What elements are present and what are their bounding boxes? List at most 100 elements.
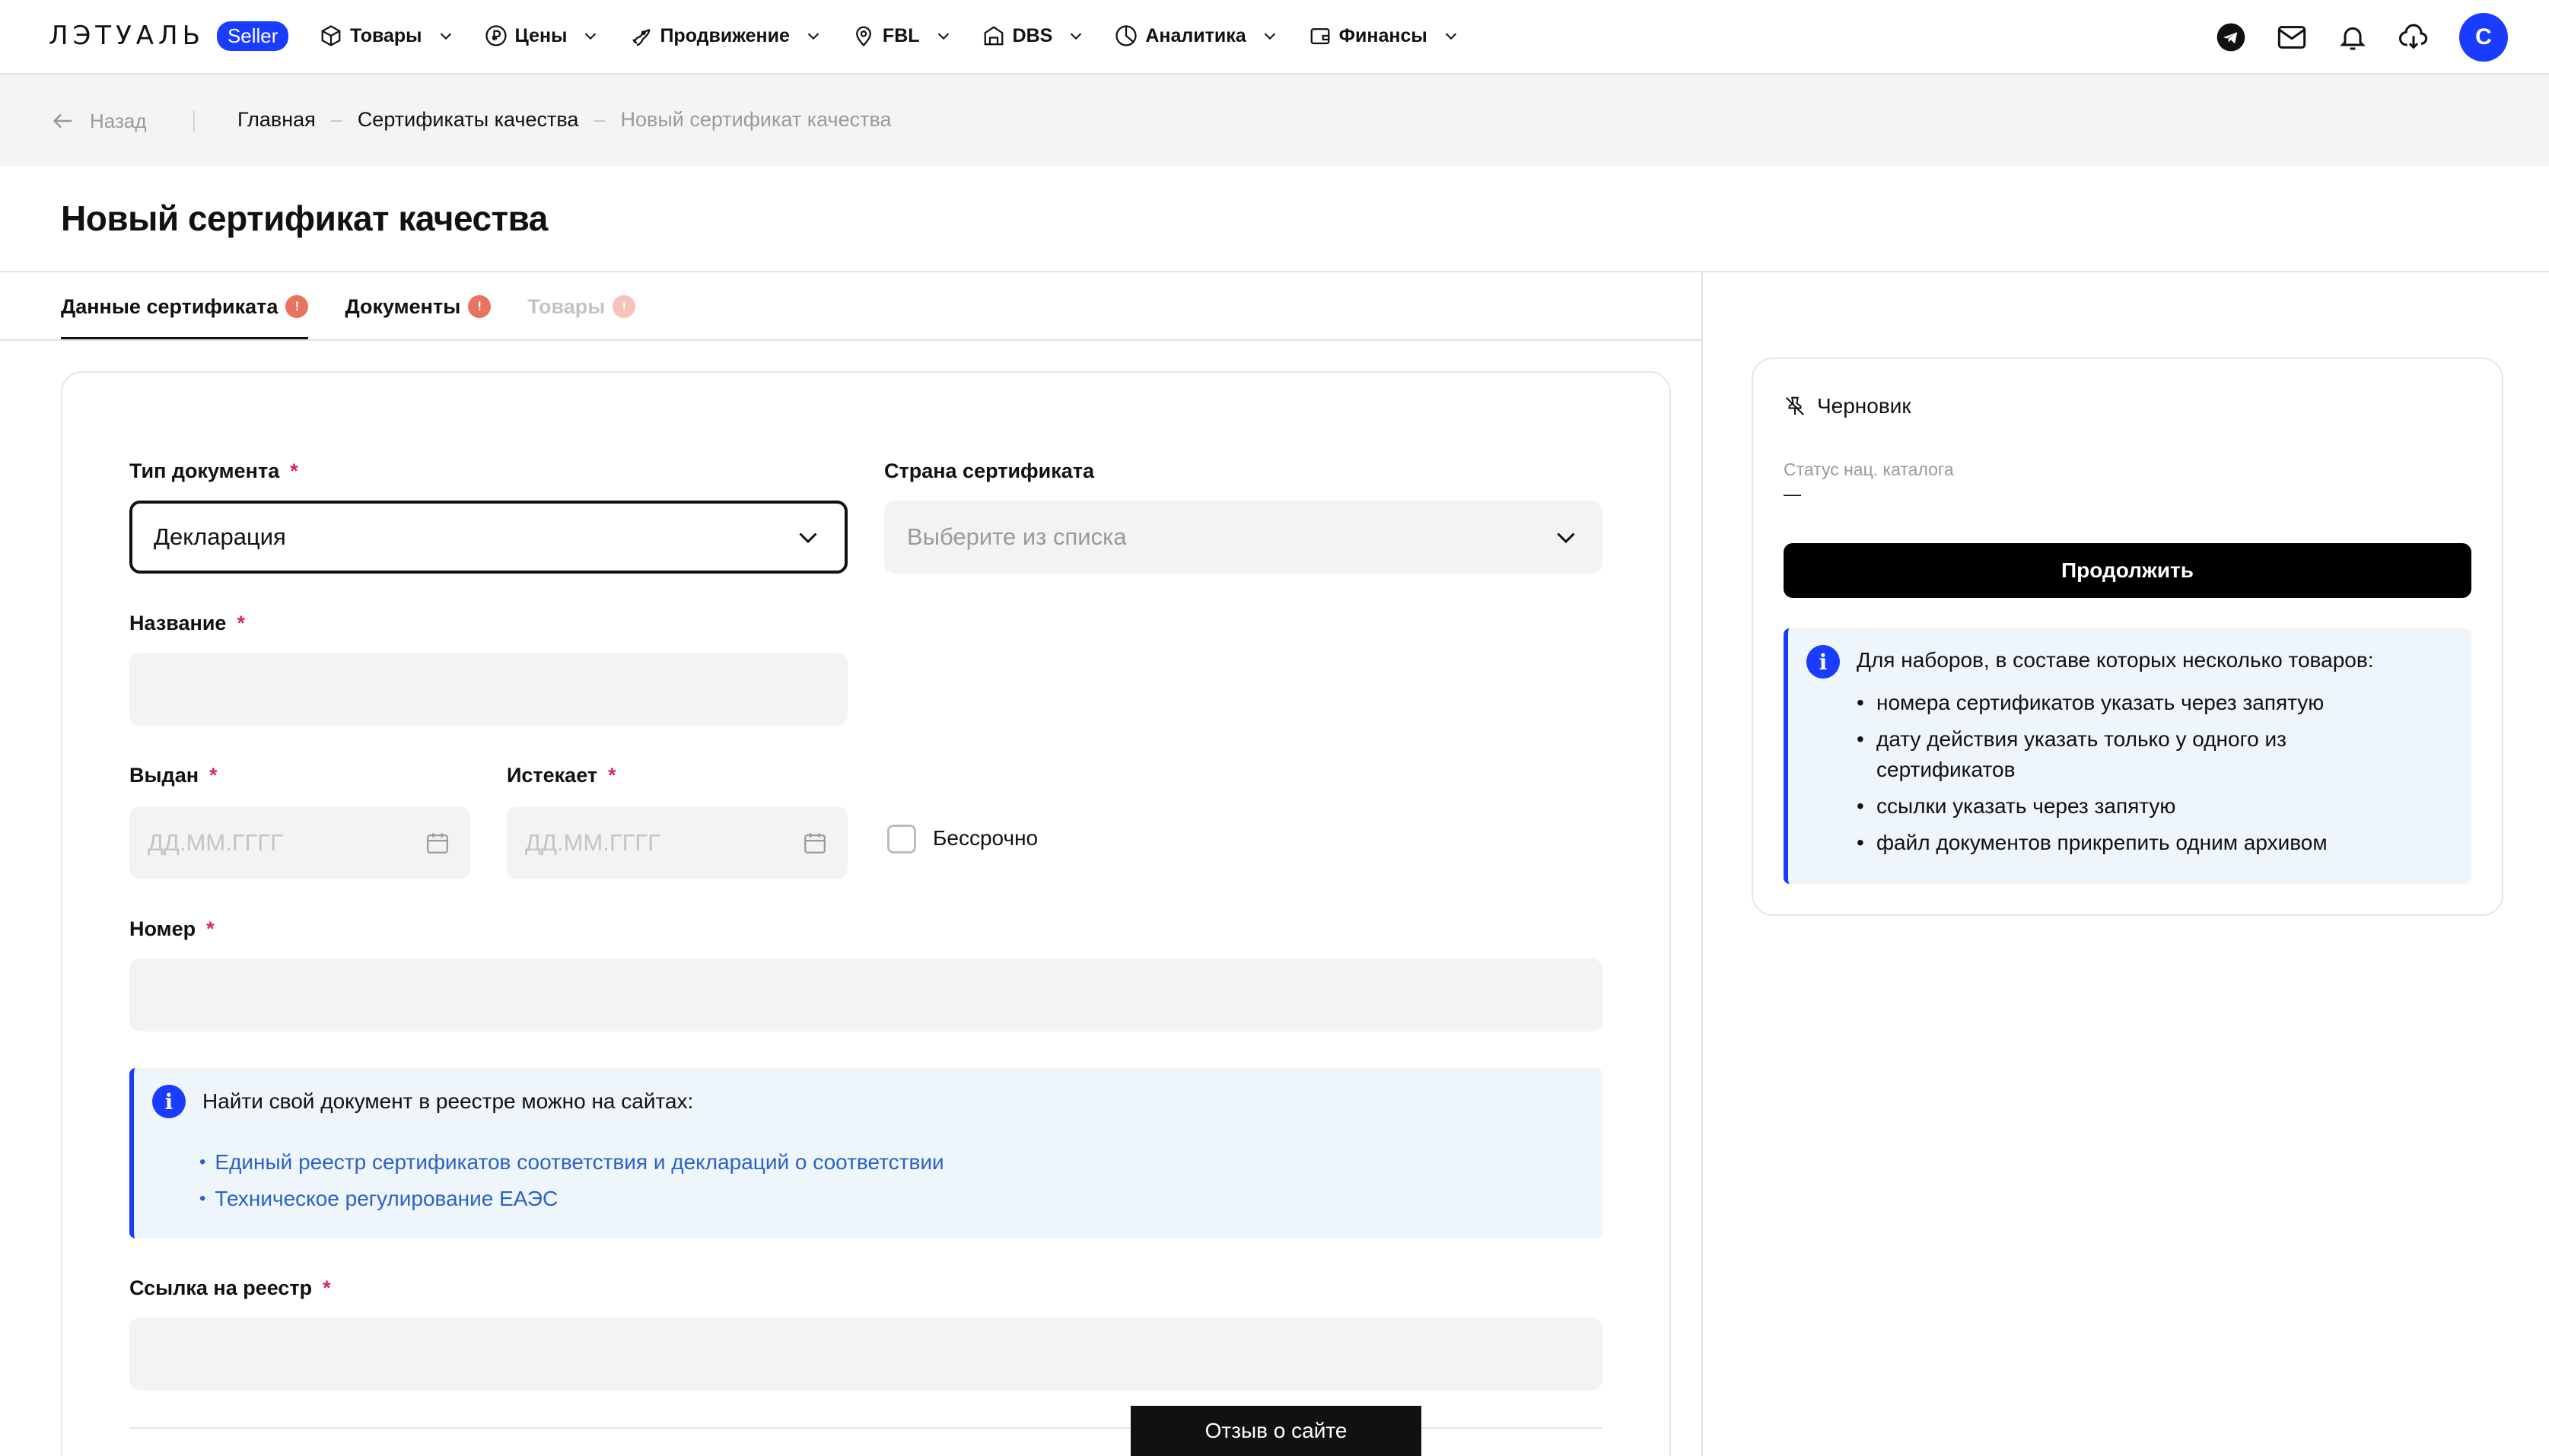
doc-type-select[interactable]: Декларация — [129, 501, 848, 574]
registry-link-eaeu[interactable]: • Техническое регулирование ЕАЭС — [199, 1187, 558, 1211]
tab-certificate-data[interactable]: Данные сертификата ! — [61, 272, 309, 341]
breadcrumb-separator: – — [330, 108, 342, 131]
nav-item-dbs[interactable]: DBS — [982, 24, 1085, 47]
nav-item-analytics[interactable]: Аналитика — [1115, 24, 1278, 47]
nav-label: DBS — [1012, 24, 1053, 46]
date-placeholder: ДД.ММ.ГГГГ — [148, 829, 284, 856]
tab-products: Товары ! — [527, 272, 636, 341]
info-icon: i — [1806, 645, 1840, 679]
back-label: Назад — [90, 109, 147, 132]
nav-label: Аналитика — [1145, 24, 1246, 46]
feedback-button[interactable]: Отзыв о сайте — [1131, 1406, 1421, 1456]
nav-label: Продвижение — [660, 24, 790, 46]
nav-item-fbl[interactable]: FBL — [852, 24, 952, 47]
ruble-icon — [485, 25, 507, 46]
chevron-down-icon — [799, 532, 817, 544]
header-actions: С — [2216, 11, 2508, 64]
bell-icon[interactable] — [2337, 22, 2368, 52]
nav-label: FBL — [882, 24, 920, 46]
arrow-left-icon — [53, 113, 72, 129]
expires-date-input[interactable]: ДД.ММ.ГГГГ — [507, 806, 848, 879]
tab-label: Товары — [527, 294, 606, 318]
catalog-status-value: — — [1784, 484, 1801, 504]
location-pin-icon — [856, 26, 871, 47]
nav-label: Товары — [350, 24, 422, 46]
issued-date-input[interactable]: ДД.ММ.ГГГГ — [129, 806, 470, 879]
telegram-icon[interactable] — [2216, 22, 2246, 52]
nav-item-finance[interactable]: Финансы — [1309, 24, 1459, 47]
wallet-icon — [1310, 28, 1330, 45]
rocket-icon — [632, 29, 651, 46]
breadcrumb-divider — [193, 111, 195, 132]
catalog-status-label: Статус нац. каталога — [1784, 459, 1954, 479]
breadcrumb-separator: – — [593, 108, 606, 131]
box-icon — [321, 25, 341, 46]
country-placeholder: Выберите из списка — [907, 523, 1127, 550]
chevron-down-icon — [1445, 33, 1456, 40]
doc-type-value: Декларация — [154, 523, 286, 550]
expires-label: Истекает * — [507, 764, 616, 787]
warning-badge: ! — [613, 295, 636, 318]
calendar-icon[interactable] — [425, 830, 450, 856]
sets-info-title: Для наборов, в составе которых несколько… — [1857, 648, 2374, 672]
number-label: Номер * — [129, 917, 215, 940]
chevron-down-icon — [1264, 33, 1275, 40]
chevron-down-icon — [440, 33, 451, 40]
breadcrumb-current: Новый сертификат качества — [620, 108, 892, 131]
registry-info-title: Найти свой документ в реестре можно на с… — [202, 1089, 694, 1113]
nav-item-prices[interactable]: Цены — [485, 24, 600, 47]
nav-label: Финансы — [1338, 24, 1427, 46]
column-divider — [1701, 272, 1703, 1456]
chevron-down-icon — [937, 33, 949, 40]
tabs-divider — [0, 339, 1701, 341]
logo[interactable]: ЛЭТУАЛЬ Seller — [49, 18, 289, 53]
main-nav: Товары Цены Продвижение FBL DBS Аналитик… — [320, 18, 1490, 53]
chevron-down-icon — [807, 33, 819, 40]
country-label: Страна сертификата — [884, 459, 1095, 482]
indefinite-label[interactable]: Бессрочно — [933, 826, 1038, 850]
nav-item-promotion[interactable]: Продвижение — [629, 24, 821, 47]
name-label: Название * — [129, 612, 245, 634]
tab-label: Документы — [345, 294, 461, 318]
logo-text: ЛЭТУАЛЬ — [49, 21, 205, 51]
indefinite-checkbox[interactable] — [887, 825, 916, 854]
draft-icon — [1786, 396, 1804, 415]
avatar[interactable]: С — [2459, 13, 2508, 62]
list-item: • файл документов прикрепить одним архиво… — [1857, 831, 2328, 854]
breadcrumb-certificates[interactable]: Сертификаты качества — [358, 108, 579, 132]
calendar-icon[interactable] — [802, 830, 828, 856]
tab-label: Данные сертификата — [61, 294, 278, 318]
list-item: • номера сертификатов указать через запят… — [1857, 691, 2325, 714]
chevron-down-icon — [1557, 532, 1575, 544]
continue-button[interactable]: Продолжить — [1784, 543, 2471, 598]
warning-badge: ! — [468, 295, 492, 318]
draft-status: Черновик — [1784, 394, 1911, 418]
page-title: Новый сертификат качества — [61, 199, 548, 238]
download-icon[interactable] — [2398, 22, 2429, 52]
seller-badge: Seller — [216, 21, 289, 51]
list-item: • ссылки указать через запятую — [1857, 794, 2176, 818]
back-button[interactable]: Назад — [50, 108, 147, 134]
name-input[interactable] — [129, 653, 848, 726]
registry-link-input[interactable] — [129, 1318, 1602, 1391]
draft-status-label: Черновик — [1817, 394, 1911, 418]
registry-link-unified[interactable]: • Единый реестр сертификатов соответствия… — [199, 1150, 944, 1175]
tab-documents[interactable]: Документы ! — [345, 272, 492, 341]
pie-chart-icon — [1115, 25, 1137, 46]
mail-icon[interactable] — [2277, 22, 2307, 52]
registry-link-label: Ссылка на реестр * — [129, 1276, 331, 1299]
nav-label: Цены — [514, 24, 568, 46]
list-item: • дату действия указать только у одного и… — [1857, 727, 2286, 781]
sets-info-list: • номера сертификатов указать через запят… — [1857, 688, 2450, 858]
number-input[interactable] — [129, 958, 1602, 1032]
country-select[interactable]: Выберите из списка — [884, 501, 1602, 574]
issued-label: Выдан * — [129, 764, 218, 787]
breadcrumb: Главная – Сертификаты качества – Новый с… — [237, 108, 892, 132]
breadcrumb-home[interactable]: Главная — [237, 108, 316, 132]
date-placeholder: ДД.ММ.ГГГГ — [525, 829, 661, 856]
warehouse-icon — [984, 26, 1003, 46]
doc-type-label: Тип документа * — [129, 459, 298, 482]
chevron-down-icon — [585, 33, 597, 40]
chevron-down-icon — [1071, 33, 1082, 40]
nav-item-products[interactable]: Товары — [320, 24, 454, 47]
